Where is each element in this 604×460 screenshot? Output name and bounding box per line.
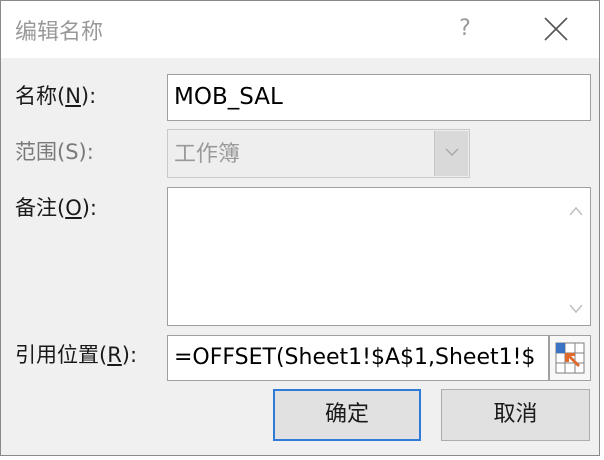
title-bar: 编辑名称 ? xyxy=(1,1,599,58)
refers-to-label: 引用位置(R): xyxy=(15,343,138,367)
close-button[interactable] xyxy=(533,9,577,49)
range-selector-button[interactable] xyxy=(549,335,591,381)
close-icon xyxy=(533,9,577,49)
refers-to-label-accesskey: R xyxy=(107,343,122,367)
ok-button[interactable]: 确定 xyxy=(273,389,421,441)
scope-select: 工作簿 xyxy=(167,129,470,178)
chevron-up-icon[interactable] xyxy=(568,202,584,216)
scope-label: 范围(S): xyxy=(15,140,94,164)
comment-scrollbar[interactable] xyxy=(560,188,590,325)
name-input[interactable]: MOB_SAL xyxy=(167,74,591,121)
scope-value: 工作簿 xyxy=(174,142,241,167)
edit-name-dialog: 编辑名称 ? 名称(N): MOB_SAL 范围(S): 工作簿 备注(O): xyxy=(0,0,600,456)
name-label-accesskey: N xyxy=(65,84,81,108)
name-label: 名称(N): xyxy=(15,84,97,108)
cancel-button[interactable]: 取消 xyxy=(441,389,590,441)
comment-label: 备注(O): xyxy=(15,196,98,220)
scope-dropdown-button xyxy=(434,131,468,176)
comment-textarea[interactable] xyxy=(167,187,591,326)
refers-to-input[interactable]: =OFFSET(Sheet1!$A$1,Sheet1!$ xyxy=(167,335,549,381)
comment-label-accesskey: O xyxy=(65,196,82,220)
chevron-down-icon[interactable] xyxy=(568,300,584,314)
dialog-title: 编辑名称 xyxy=(15,20,104,45)
help-button[interactable]: ? xyxy=(447,9,483,49)
